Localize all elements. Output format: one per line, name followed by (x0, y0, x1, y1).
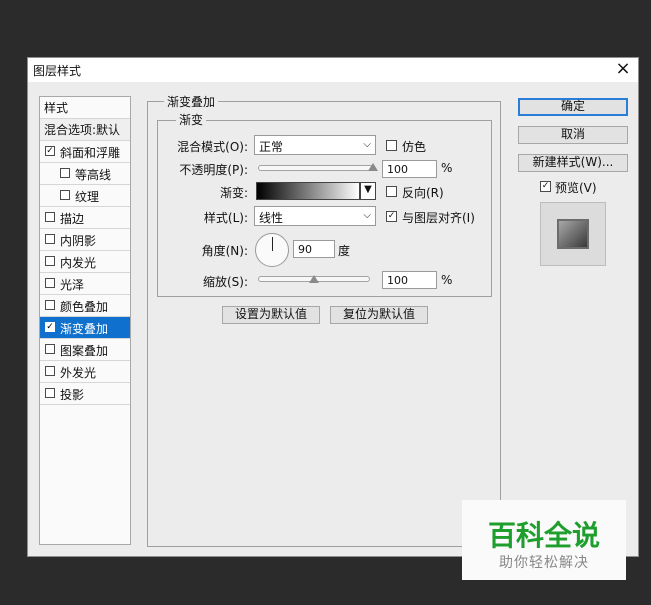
opacity-slider-thumb[interactable] (368, 163, 378, 171)
style-list-item[interactable]: 光泽 (40, 273, 130, 295)
angle-unit: 度 (338, 244, 351, 258)
cancel-button[interactable]: 取消 (518, 126, 628, 144)
style-item-label: 等高线 (75, 168, 112, 182)
gradient-overlay-legend: 渐变叠加 (164, 93, 219, 110)
style-item-checkbox[interactable] (45, 388, 55, 398)
close-icon[interactable]: × (612, 59, 634, 81)
style-list-item[interactable]: ✓ 斜面和浮雕 (40, 141, 130, 163)
gradient-label: 渐变: (219, 186, 248, 200)
gradient-picker[interactable] (256, 182, 360, 200)
style-list-item[interactable]: 图案叠加 (40, 339, 130, 361)
style-item-checkbox[interactable] (45, 256, 55, 266)
gradient-legend: 渐变 (176, 111, 207, 128)
new-style-button[interactable]: 新建样式(W)... (518, 154, 628, 172)
style-item-checkbox[interactable] (45, 234, 55, 244)
style-item-checkbox[interactable] (45, 278, 55, 288)
reverse-label: 反向(R) (402, 186, 444, 200)
dither-checkbox[interactable] (386, 140, 397, 151)
style-select[interactable]: 线性 ⌵ (254, 206, 376, 226)
blend-options-item[interactable]: 混合选项:默认 (40, 119, 130, 141)
style-preview (540, 202, 606, 266)
opacity-label: 不透明度(P): (179, 163, 248, 177)
scale-percent: % (441, 273, 453, 287)
angle-dial-hand (272, 237, 273, 251)
angle-label: 角度(N): (201, 244, 248, 258)
style-item-checkbox[interactable] (45, 344, 55, 354)
style-item-checkbox[interactable] (60, 168, 70, 178)
make-default-button[interactable]: 设置为默认值 (222, 306, 320, 324)
style-item-label: 外发光 (60, 366, 97, 380)
watermark-title: 百科全说 (487, 519, 600, 552)
style-item-label: 描边 (60, 212, 85, 226)
blend-mode-value: 正常 (259, 140, 284, 154)
style-list-item[interactable]: 投影 (40, 383, 130, 405)
style-list-item[interactable]: ✓ 渐变叠加 (40, 317, 130, 339)
style-item-label: 渐变叠加 (60, 322, 109, 336)
opacity-input[interactable]: 100 (382, 160, 437, 178)
style-item-checkbox[interactable]: ✓ (45, 146, 55, 156)
gradient-dropdown-icon[interactable]: ▼ (360, 182, 376, 200)
style-list-item[interactable]: 内发光 (40, 251, 130, 273)
angle-dial[interactable] (255, 233, 289, 267)
preview-label: 预览(V) (555, 181, 597, 195)
style-label: 样式(L): (203, 211, 248, 225)
chevron-down-icon: ⌵ (363, 210, 371, 221)
style-item-label: 内发光 (60, 256, 97, 270)
watermark-subtitle: 助你轻松解决 (499, 555, 589, 571)
style-item-label: 光泽 (60, 278, 85, 292)
dither-label: 仿色 (402, 140, 427, 154)
style-list-item[interactable]: 等高线 (40, 163, 130, 185)
style-item-checkbox[interactable] (45, 212, 55, 222)
reset-default-button[interactable]: 复位为默认值 (330, 306, 428, 324)
opacity-percent: % (441, 161, 453, 175)
style-value: 线性 (259, 211, 284, 225)
ok-button[interactable]: 确定 (518, 98, 628, 116)
scale-slider-thumb[interactable] (309, 275, 319, 283)
watermark: 百科全说 助你轻松解决 (462, 500, 626, 580)
reverse-checkbox[interactable] (386, 186, 397, 197)
style-item-checkbox[interactable]: ✓ (45, 322, 55, 332)
style-list-item[interactable]: 纹理 (40, 185, 130, 207)
angle-input[interactable]: 90 (293, 240, 335, 258)
style-item-checkbox[interactable] (60, 190, 70, 200)
style-list-item[interactable]: 内阴影 (40, 229, 130, 251)
style-item-label: 纹理 (75, 190, 100, 204)
style-item-checkbox[interactable] (45, 300, 55, 310)
scale-input[interactable]: 100 (382, 271, 437, 289)
style-list-item[interactable]: 外发光 (40, 361, 130, 383)
style-list: 样式 混合选项:默认 ✓ 斜面和浮雕等高线纹理描边内阴影内发光光泽颜色叠加 ✓ 渐变叠… (39, 96, 131, 545)
blend-mode-label: 混合模式(O): (177, 140, 248, 154)
opacity-slider[interactable] (258, 165, 373, 171)
dialog-title: 图层样式 (33, 64, 82, 78)
blend-mode-select[interactable]: 正常 ⌵ (254, 135, 376, 155)
scale-label: 缩放(S): (202, 275, 248, 289)
preview-swatch (557, 219, 589, 249)
style-item-label: 内阴影 (60, 234, 97, 248)
style-item-label: 斜面和浮雕 (60, 146, 121, 160)
title-bar[interactable]: 图层样式 × (28, 58, 638, 82)
style-list-item[interactable]: 颜色叠加 (40, 295, 130, 317)
preview-checkbox[interactable]: ✓ (540, 181, 551, 192)
chevron-down-icon: ⌵ (363, 139, 371, 150)
align-with-layer-label: 与图层对齐(I) (402, 211, 475, 225)
style-item-label: 投影 (60, 388, 85, 402)
style-list-item[interactable]: 描边 (40, 207, 130, 229)
style-list-header[interactable]: 样式 (40, 97, 130, 119)
style-item-label: 颜色叠加 (60, 300, 109, 314)
style-item-label: 图案叠加 (60, 344, 109, 358)
align-with-layer-checkbox[interactable]: ✓ (386, 211, 397, 222)
layer-style-dialog: 图层样式 × 样式 混合选项:默认 ✓ 斜面和浮雕等高线纹理描边内阴影内发光光泽颜… (27, 57, 639, 557)
style-item-checkbox[interactable] (45, 366, 55, 376)
